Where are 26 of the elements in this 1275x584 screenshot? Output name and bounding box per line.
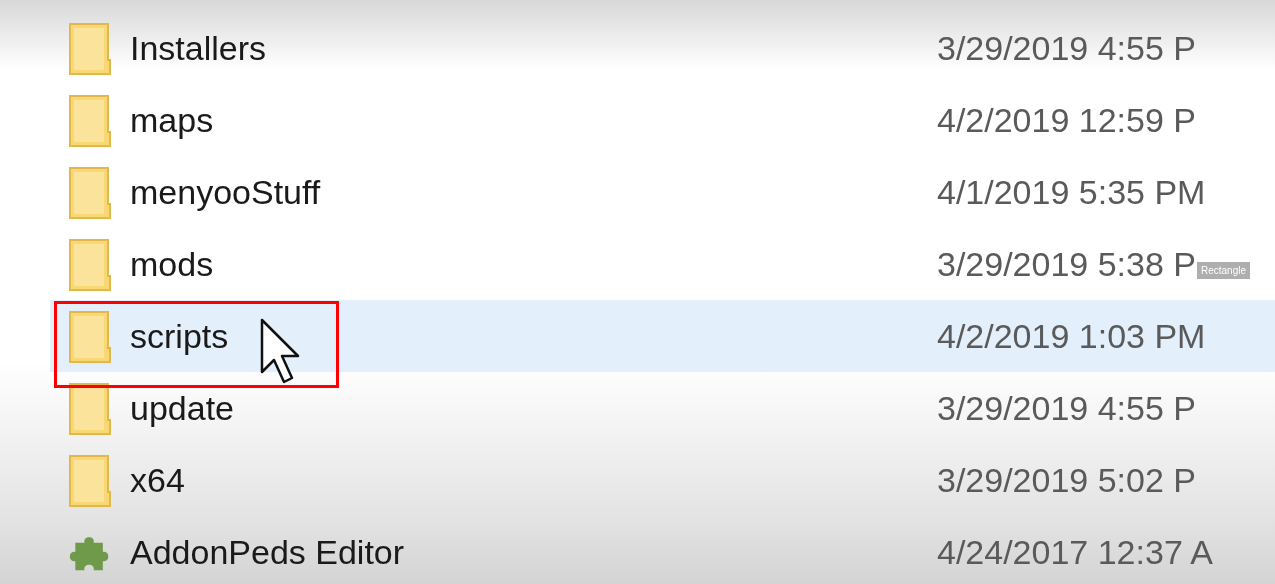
folder-icon bbox=[68, 164, 112, 220]
folder-icon bbox=[68, 236, 112, 292]
date-modified: 3/29/2019 5:38 P bbox=[937, 243, 1196, 285]
date-modified: 4/24/2017 12:37 A bbox=[937, 531, 1214, 573]
date-modified: 4/1/2019 5:35 PM bbox=[937, 171, 1206, 213]
file-name: menyooStuff bbox=[130, 171, 321, 213]
date-modified: 4/2/2019 12:59 P bbox=[937, 99, 1196, 141]
date-modified: 4/2/2019 1:03 PM bbox=[937, 315, 1206, 357]
date-modified: 3/29/2019 4:55 P bbox=[937, 387, 1196, 429]
file-name: Installers bbox=[130, 27, 267, 69]
mouse-pointer-icon bbox=[260, 318, 300, 384]
selected-row[interactable]: scripts 4/2/2019 1:03 PM bbox=[50, 300, 1275, 372]
file-name: update bbox=[130, 387, 234, 429]
folder-icon bbox=[68, 308, 112, 364]
folder-icon bbox=[68, 92, 112, 148]
file-name: AddonPeds Editor bbox=[130, 531, 405, 573]
folder-icon bbox=[68, 380, 112, 436]
tooltip: Rectangle bbox=[1197, 262, 1251, 279]
date-modified: 3/29/2019 5:02 P bbox=[937, 459, 1196, 501]
folder-icon bbox=[68, 20, 112, 76]
date-modified: 3/29/2019 4:55 P bbox=[937, 27, 1196, 69]
file-name: x64 bbox=[130, 459, 185, 501]
file-name: scripts bbox=[130, 315, 229, 357]
file-name: mods bbox=[130, 243, 214, 285]
folder-icon bbox=[68, 452, 112, 508]
file-name: maps bbox=[130, 99, 214, 141]
